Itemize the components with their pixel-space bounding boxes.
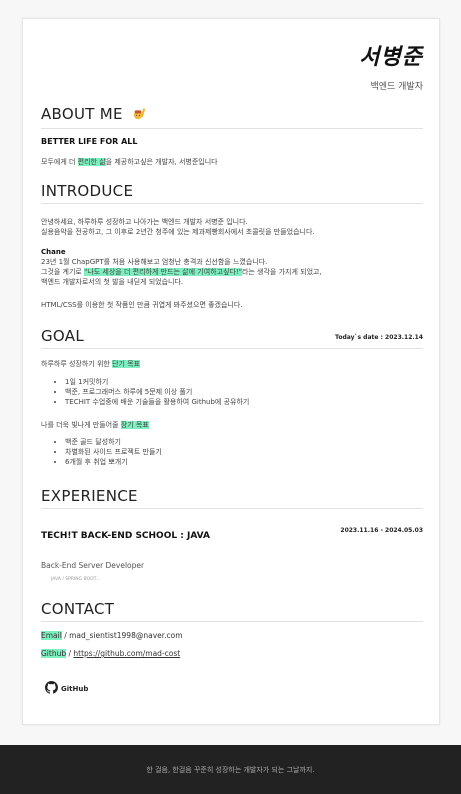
list-item: 1일 1커밋하기 xyxy=(65,377,249,387)
intro-subheading: Chane xyxy=(41,248,66,256)
list-item: 백준, 프로그래머스 하루에 5문제 이상 풀기 xyxy=(65,387,249,397)
intro-line-3: 23년 1월 ChapGPT를 처음 사용해보고 엄청난 충격과 신선함을 느꼈… xyxy=(41,258,268,266)
list-item: 백준 골드 달성하기 xyxy=(65,437,162,447)
footer-text: 한 걸음, 한걸음 꾸준히 성장하는 개발자가 되는 그날까지. xyxy=(146,765,315,774)
intro-line-1: 안녕하세요, 하루하루 성장하고 나아가는 백엔드 개발자 서병준 입니다. xyxy=(41,218,248,226)
intro-line-6: HTML/CSS를 이용한 첫 작품인 만큼 귀엽게 봐주셨으면 좋겠습니다. xyxy=(41,301,243,309)
footer: 한 걸음, 한걸음 꾸준히 성장하는 개발자가 되는 그날까지. xyxy=(0,745,461,794)
experience-section-title: EXPERIENCE xyxy=(41,487,423,509)
highlight-text: 장기 목표 xyxy=(120,421,149,429)
intro-line-4: 그것을 계기로 "나도 세상을 더 편리하게 만드는 삶에 기여하고싶다!"라는… xyxy=(41,268,322,276)
github-label: Github xyxy=(41,649,67,658)
about-headline: BETTER LIFE FOR ALL xyxy=(41,137,138,146)
long-goal-list: 백준 골드 달성하기 차별화된 사이드 프로젝트 만들기 6개월 후 취업 뽀개… xyxy=(41,437,162,467)
about-section-title: ABOUT ME xyxy=(41,105,423,129)
email-label: Email xyxy=(41,631,62,640)
list-item: 차별화된 사이드 프로젝트 만들기 xyxy=(65,447,162,457)
experience-title: TECH!T BACK-END SCHOOL : JAVA xyxy=(41,531,210,541)
intro-line-2: 실용음악을 전공하고, 그 이후로 2년간 청주에 있는 제과제빵회사에서 초콜… xyxy=(41,228,315,236)
contact-github: Github / https://github.com/mad-cost xyxy=(41,649,181,658)
experience-position: Back-End Server Developer xyxy=(41,561,145,570)
list-item: TECHIT 수업중에 배운 기술들을 활용하여 Github에 공유하기 xyxy=(65,397,249,407)
highlight-text: 편리한 삶 xyxy=(77,158,106,166)
long-goal-intro: 나를 더욱 빛나게 만들어줄 장기 목표 xyxy=(41,421,149,429)
contact-section-title: CONTACT xyxy=(41,600,423,622)
contact-email: Email / mad_sientist1998@naver.com xyxy=(41,631,183,640)
experience-period: 2023.11.16 - 2024.05.03 xyxy=(340,527,423,534)
email-value[interactable]: mad_sientist1998@naver.com xyxy=(69,631,182,640)
intro-line-5: 백엔드 개발자로서의 첫 발을 내딛게 되었습니다. xyxy=(41,278,184,286)
about-line: 모두에게 더 편리한 삶을 제공하고싶은 개발자, 서병준입니다 xyxy=(41,158,218,166)
highlight-text: 단기 목표 xyxy=(112,360,141,368)
list-item: 6개월 후 취업 뽀개기 xyxy=(65,457,162,467)
github-link[interactable]: https://github.com/mad-cost xyxy=(73,649,180,658)
profile-name: 서병준 xyxy=(359,45,423,70)
short-goal-intro: 하루하루 성장하기 위한 단기 목표 xyxy=(41,360,141,368)
raising-hand-icon xyxy=(132,107,146,125)
github-logo-text: GitHub xyxy=(61,684,89,693)
today-date: Today`s date : 2023.12.14 xyxy=(335,334,423,341)
github-icon xyxy=(45,681,58,696)
resume-card: 서병준 백엔드 개발자 ABOUT ME BETTER LIFE FOR ALL… xyxy=(22,18,440,725)
about-title: ABOUT ME xyxy=(41,105,123,123)
experience-tags: JAVA / SPRING BOOT... xyxy=(51,577,101,582)
github-logo-link[interactable]: GitHub xyxy=(45,681,88,696)
profile-role: 백엔드 개발자 xyxy=(370,82,423,92)
short-goal-list: 1일 1커밋하기 백준, 프로그래머스 하루에 5문제 이상 풀기 TECHIT… xyxy=(41,377,249,407)
introduce-section-title: INTRODUCE xyxy=(41,182,423,204)
highlight-text: "나도 세상을 더 편리하게 만드는 삶에 기여하고싶다!" xyxy=(84,268,242,276)
